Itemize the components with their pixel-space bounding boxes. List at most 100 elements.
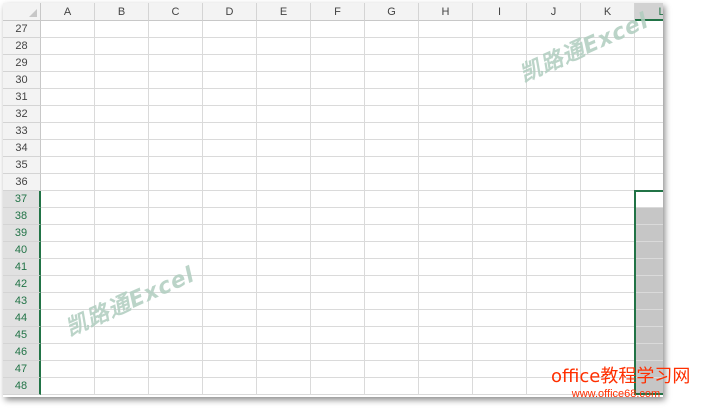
cell-I38[interactable] <box>473 208 527 225</box>
cell-K44[interactable] <box>581 310 635 327</box>
row-header-27[interactable]: 27 <box>3 21 41 38</box>
cell-A32[interactable] <box>41 106 95 123</box>
cell-G29[interactable] <box>365 55 419 72</box>
cell-I37[interactable] <box>473 191 527 208</box>
cell-I27[interactable] <box>473 21 527 38</box>
cell-H45[interactable] <box>419 327 473 344</box>
row-header-31[interactable]: 31 <box>3 89 41 106</box>
cell-I32[interactable] <box>473 106 527 123</box>
cell-K41[interactable] <box>581 259 635 276</box>
cell-E36[interactable] <box>257 174 311 191</box>
cell-G28[interactable] <box>365 38 419 55</box>
cell-D37[interactable] <box>203 191 257 208</box>
cell-E38[interactable] <box>257 208 311 225</box>
cell-E30[interactable] <box>257 72 311 89</box>
cell-L31[interactable]: 7 <box>635 89 663 106</box>
cell-G36[interactable] <box>365 174 419 191</box>
cell-J43[interactable] <box>527 293 581 310</box>
cell-L45[interactable]: 9 <box>635 327 663 344</box>
cell-L40[interactable]: 4 <box>635 242 663 259</box>
cell-K42[interactable] <box>581 276 635 293</box>
cell-A31[interactable] <box>41 89 95 106</box>
cell-H46[interactable] <box>419 344 473 361</box>
cell-G32[interactable] <box>365 106 419 123</box>
cell-A42[interactable] <box>41 276 95 293</box>
cell-D27[interactable] <box>203 21 257 38</box>
cell-F31[interactable] <box>311 89 365 106</box>
cell-L46[interactable]: 10 <box>635 344 663 361</box>
cell-E42[interactable] <box>257 276 311 293</box>
cell-I44[interactable] <box>473 310 527 327</box>
cell-E32[interactable] <box>257 106 311 123</box>
cell-H39[interactable] <box>419 225 473 242</box>
row-header-37[interactable]: 37 <box>3 191 41 208</box>
cell-A47[interactable] <box>41 361 95 378</box>
cell-A38[interactable] <box>41 208 95 225</box>
cell-F38[interactable] <box>311 208 365 225</box>
cell-B27[interactable] <box>95 21 149 38</box>
cell-L44[interactable]: 8 <box>635 310 663 327</box>
cell-I46[interactable] <box>473 344 527 361</box>
cell-C48[interactable] <box>149 378 203 395</box>
cell-F30[interactable] <box>311 72 365 89</box>
cell-B46[interactable] <box>95 344 149 361</box>
cell-K32[interactable] <box>581 106 635 123</box>
cell-H42[interactable] <box>419 276 473 293</box>
cell-I40[interactable] <box>473 242 527 259</box>
column-header-J[interactable]: J <box>527 3 581 21</box>
cell-D29[interactable] <box>203 55 257 72</box>
cell-A40[interactable] <box>41 242 95 259</box>
cell-I43[interactable] <box>473 293 527 310</box>
cell-D32[interactable] <box>203 106 257 123</box>
cell-B28[interactable] <box>95 38 149 55</box>
cell-B37[interactable] <box>95 191 149 208</box>
cell-K33[interactable] <box>581 123 635 140</box>
row-header-43[interactable]: 43 <box>3 293 41 310</box>
cell-G31[interactable] <box>365 89 419 106</box>
column-header-H[interactable]: H <box>419 3 473 21</box>
cell-E31[interactable] <box>257 89 311 106</box>
cell-F45[interactable] <box>311 327 365 344</box>
cell-B36[interactable] <box>95 174 149 191</box>
cell-B39[interactable] <box>95 225 149 242</box>
cell-D42[interactable] <box>203 276 257 293</box>
cell-A48[interactable] <box>41 378 95 395</box>
cell-I31[interactable] <box>473 89 527 106</box>
cell-L37[interactable]: 1 <box>635 191 663 208</box>
row-header-48[interactable]: 48 <box>3 378 41 395</box>
cell-D47[interactable] <box>203 361 257 378</box>
cell-A34[interactable] <box>41 140 95 157</box>
cell-E47[interactable] <box>257 361 311 378</box>
cell-H41[interactable] <box>419 259 473 276</box>
cell-J40[interactable] <box>527 242 581 259</box>
row-header-39[interactable]: 39 <box>3 225 41 242</box>
cell-H47[interactable] <box>419 361 473 378</box>
column-header-D[interactable]: D <box>203 3 257 21</box>
cell-G30[interactable] <box>365 72 419 89</box>
cell-I45[interactable] <box>473 327 527 344</box>
cell-D36[interactable] <box>203 174 257 191</box>
cell-D35[interactable] <box>203 157 257 174</box>
cell-H43[interactable] <box>419 293 473 310</box>
cell-C30[interactable] <box>149 72 203 89</box>
row-header-46[interactable]: 46 <box>3 344 41 361</box>
cell-G35[interactable] <box>365 157 419 174</box>
row-header-42[interactable]: 42 <box>3 276 41 293</box>
cell-B45[interactable] <box>95 327 149 344</box>
cell-C37[interactable] <box>149 191 203 208</box>
cell-G41[interactable] <box>365 259 419 276</box>
cell-C46[interactable] <box>149 344 203 361</box>
column-header-A[interactable]: A <box>41 3 95 21</box>
cell-B38[interactable] <box>95 208 149 225</box>
cell-E45[interactable] <box>257 327 311 344</box>
cell-G34[interactable] <box>365 140 419 157</box>
row-header-30[interactable]: 30 <box>3 72 41 89</box>
cell-C31[interactable] <box>149 89 203 106</box>
cell-C47[interactable] <box>149 361 203 378</box>
cell-J46[interactable] <box>527 344 581 361</box>
cell-A30[interactable] <box>41 72 95 89</box>
row-header-38[interactable]: 38 <box>3 208 41 225</box>
cell-F34[interactable] <box>311 140 365 157</box>
cell-A46[interactable] <box>41 344 95 361</box>
cell-F39[interactable] <box>311 225 365 242</box>
